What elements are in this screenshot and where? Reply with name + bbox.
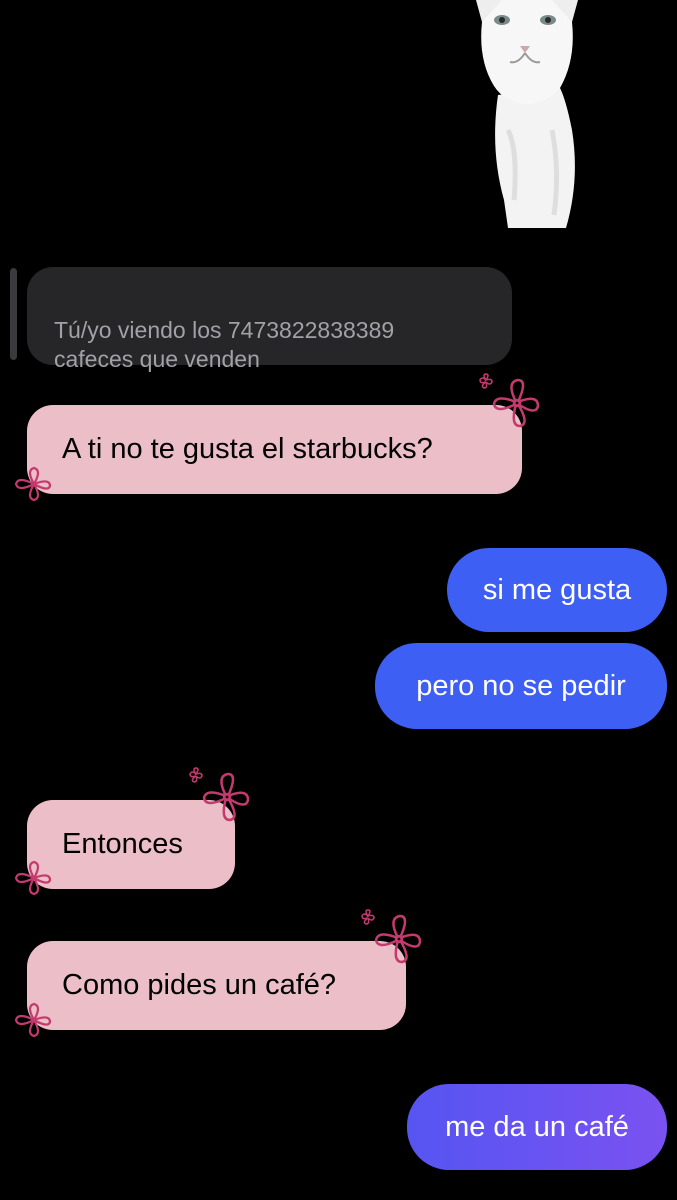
- sent-message-bubble[interactable]: si me gusta: [447, 548, 667, 632]
- cat-sticker-icon: [476, 0, 578, 228]
- flower-decoration-icon: [14, 466, 52, 502]
- message-text: pero no se pedir: [416, 669, 626, 702]
- message-text: A ti no te gusta el starbucks?: [62, 433, 433, 465]
- sent-message-bubble[interactable]: pero no se pedir: [375, 643, 667, 729]
- cat-sticker[interactable]: [468, 0, 580, 230]
- message-text: me da un café: [445, 1110, 629, 1143]
- flower-decoration-icon: [189, 767, 250, 822]
- sent-message-bubble[interactable]: me da un café: [407, 1084, 667, 1170]
- reply-quote-bar: [10, 268, 17, 360]
- message-text: si me gusta: [482, 573, 632, 606]
- flower-decoration-icon: [14, 860, 52, 896]
- received-message-bubble[interactable]: Como pides un café?: [27, 941, 406, 1030]
- flower-decoration-icon: [14, 1002, 52, 1038]
- reply-quote-text: Tú/yo viendo los 7473822838389 cafeces q…: [54, 317, 395, 372]
- flower-decoration-icon: [361, 909, 422, 964]
- flower-decoration-icon: [479, 373, 540, 428]
- message-text: Como pides un café?: [62, 969, 337, 1001]
- reply-quote-bubble[interactable]: Tú/yo viendo los 7473822838389 cafeces q…: [27, 267, 512, 372]
- received-message-bubble[interactable]: A ti no te gusta el starbucks?: [27, 405, 522, 494]
- message-text: Entonces: [62, 828, 183, 860]
